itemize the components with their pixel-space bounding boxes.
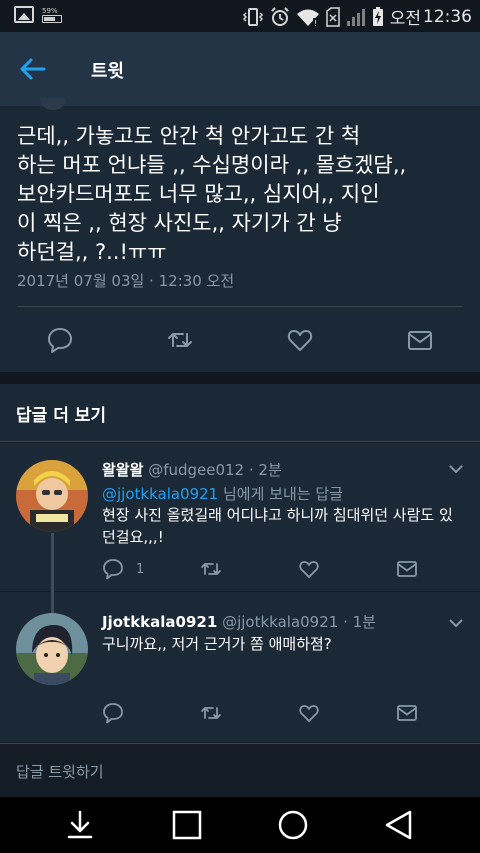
app-header: 트윗 bbox=[0, 32, 480, 106]
no-sim-icon bbox=[325, 6, 340, 27]
dm-icon[interactable] bbox=[396, 702, 418, 724]
reply-to-line: @jjotkkala0921 님에게 보내는 답글 bbox=[102, 483, 343, 504]
recents-icon[interactable] bbox=[171, 809, 203, 841]
reply-item[interactable]: 왈왈왈 @fudgee012 · 2분 @jjotkkala0921 님에게 보… bbox=[0, 443, 480, 603]
status-time: 12:36 bbox=[423, 6, 472, 27]
status-ampm: 오전 bbox=[389, 9, 421, 29]
gallery-notification-icon bbox=[14, 6, 34, 23]
avatar bbox=[40, 98, 66, 110]
dm-icon[interactable] bbox=[406, 326, 434, 354]
small-battery-percent: 59% bbox=[42, 6, 58, 15]
thread-line bbox=[51, 591, 54, 613]
reply-to-mention[interactable]: @jjotkkala0921 bbox=[102, 485, 218, 503]
small-battery-icon: 59% bbox=[42, 7, 62, 23]
compose-placeholder: 답글 트윗하기 bbox=[16, 763, 104, 781]
like-icon[interactable] bbox=[298, 558, 320, 580]
page-title: 트윗 bbox=[91, 61, 125, 82]
reply-icon[interactable] bbox=[46, 326, 74, 354]
retweet-icon[interactable] bbox=[200, 558, 222, 580]
reply-text: 구니까요,, 저거 근거가 쫌 애매하졈? bbox=[102, 635, 332, 653]
tweet-actions bbox=[0, 326, 480, 356]
tweet-timestamp: 2017년 07월 03일 · 12:30 오전 bbox=[17, 272, 235, 290]
chevron-down-icon[interactable] bbox=[448, 618, 464, 628]
chevron-down-icon[interactable] bbox=[448, 464, 464, 474]
wifi-icon: ! bbox=[296, 9, 319, 27]
reply-author-name[interactable]: Jjotkkala0921 bbox=[102, 613, 217, 631]
status-left: 59% bbox=[14, 6, 62, 23]
reply-header: 왈왈왈 @fudgee012 · 2분 bbox=[102, 459, 282, 480]
more-replies-button[interactable]: 답글 더 보기 bbox=[0, 384, 480, 442]
download-nav-icon[interactable] bbox=[64, 809, 96, 841]
like-icon[interactable] bbox=[298, 702, 320, 724]
vibrate-icon bbox=[242, 7, 263, 26]
reply-icon[interactable] bbox=[102, 558, 124, 580]
main-tweet: 근데,, 가놓고도 안간 척 안가고도 간 척 하는 머포 언냐들 ,, 수십명… bbox=[0, 98, 480, 372]
alarm-icon bbox=[271, 6, 289, 26]
section-separator bbox=[0, 372, 480, 384]
reply-actions bbox=[0, 702, 480, 726]
avatar[interactable] bbox=[16, 460, 88, 532]
reply-icon[interactable] bbox=[102, 702, 124, 724]
reply-actions: 1 bbox=[0, 558, 480, 582]
reply-compose-field[interactable]: 답글 트윗하기 bbox=[0, 743, 480, 797]
reply-author-name[interactable]: 왈왈왈 bbox=[102, 461, 143, 479]
like-icon[interactable] bbox=[286, 326, 314, 354]
retweet-icon[interactable] bbox=[200, 702, 222, 724]
back-nav-icon[interactable] bbox=[383, 809, 415, 841]
tweet-text: 근데,, 가놓고도 안간 척 안가고도 간 척 하는 머포 언냐들 ,, 수십명… bbox=[17, 124, 407, 264]
svg-text:!: ! bbox=[314, 19, 317, 27]
reply-count: 1 bbox=[136, 562, 145, 577]
signal-icon bbox=[346, 8, 365, 26]
reply-text: 현장 사진 올렸길래 어디냐고 하니까 침대위던 사람도 있던걸요,,,! bbox=[102, 506, 453, 546]
status-bar: 59% ! 오전 12:36 bbox=[0, 0, 480, 32]
reply-item[interactable]: Jjotkkala0921 @jjotkkala0921 · 1분 구니까요,,… bbox=[0, 591, 480, 742]
dm-icon[interactable] bbox=[396, 558, 418, 580]
reply-author-handle: @fudgee012 · 2분 bbox=[148, 461, 282, 479]
avatar[interactable] bbox=[16, 613, 88, 685]
reply-to-suffix: 님에게 보내는 답글 bbox=[218, 485, 343, 503]
back-arrow-icon[interactable] bbox=[18, 54, 48, 84]
home-icon[interactable] bbox=[277, 809, 309, 841]
more-replies-label: 답글 더 보기 bbox=[16, 406, 107, 426]
battery-charging-icon bbox=[372, 6, 383, 26]
reply-header: Jjotkkala0921 @jjotkkala0921 · 1분 bbox=[102, 611, 376, 632]
android-nav-bar bbox=[0, 797, 480, 853]
retweet-icon[interactable] bbox=[166, 326, 194, 354]
divider bbox=[17, 306, 463, 307]
status-right: ! 오전 12:36 bbox=[242, 4, 472, 29]
reply-author-handle: @jjotkkala0921 · 1분 bbox=[222, 613, 376, 631]
